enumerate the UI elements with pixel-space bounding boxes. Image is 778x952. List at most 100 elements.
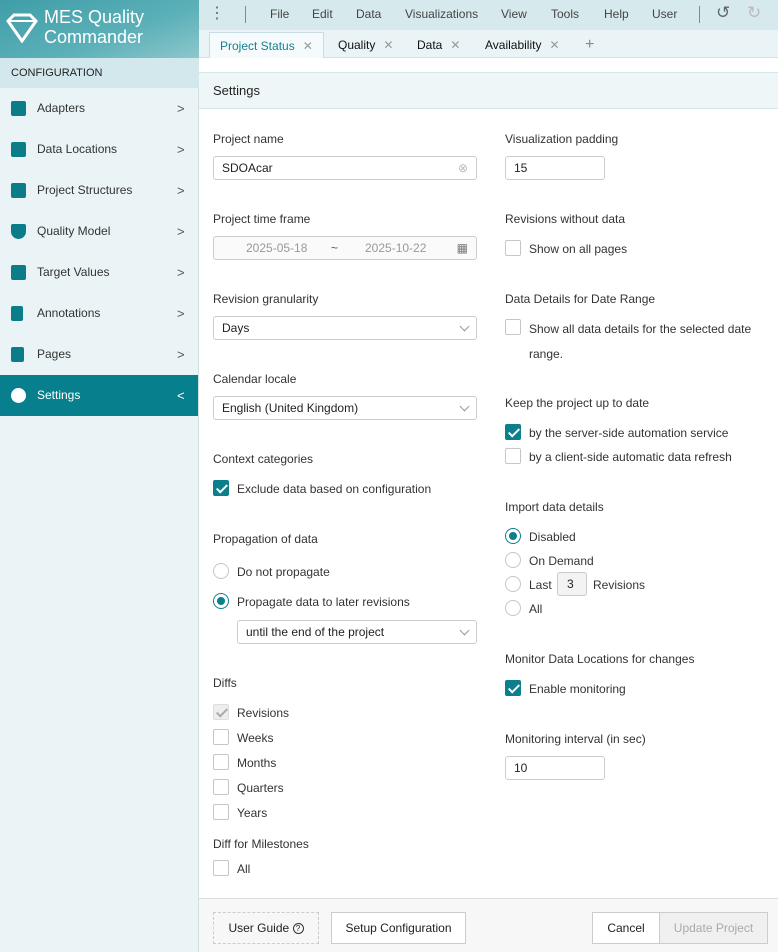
diff-revisions-checkbox[interactable] <box>213 704 229 720</box>
show-all-pages-checkbox[interactable] <box>505 240 521 256</box>
import-last-count-input[interactable]: 3 <box>557 572 587 596</box>
sidebar-item-label: Annotations <box>37 306 101 320</box>
tab-project-status[interactable]: Project Status ✕ <box>209 32 324 58</box>
exclude-data-label: Exclude data based on configuration <box>237 482 432 496</box>
server-icon <box>11 142 26 157</box>
interval-input[interactable]: 10 <box>505 756 605 780</box>
enable-monitoring-label: Enable monitoring <box>529 682 626 696</box>
import-label: Import data details <box>505 500 604 514</box>
app-logo: MES Quality Commander <box>0 0 199 58</box>
sidebar-item-label: Project Structures <box>37 183 133 197</box>
menu-file[interactable]: File <box>270 7 289 21</box>
close-icon[interactable]: ✕ <box>450 38 460 52</box>
sidebar-item-target-values[interactable]: Target Values > <box>0 252 198 293</box>
tab-availability[interactable]: Availability ✕ <box>475 32 570 58</box>
menu-view[interactable]: View <box>501 7 527 21</box>
menu-user[interactable]: User <box>652 7 677 21</box>
sidebar-item-label: Adapters <box>37 101 86 115</box>
tab-label: Project Status <box>220 39 295 53</box>
time-frame-label: Project time frame <box>213 212 311 226</box>
sidebar-item-annotations[interactable]: Annotations > <box>0 293 198 334</box>
chevron-down-icon <box>459 625 470 636</box>
import-disabled-radio[interactable] <box>505 528 521 544</box>
date-range-label: Data Details for Date Range <box>505 292 656 306</box>
sidebar-item-project-structures[interactable]: Project Structures > <box>0 170 198 211</box>
diff-months-checkbox[interactable] <box>213 754 229 770</box>
do-not-propagate-radio[interactable] <box>213 563 229 579</box>
redo-icon[interactable]: ↻ <box>747 3 761 23</box>
menu-edit[interactable]: Edit <box>312 7 333 21</box>
undo-icon[interactable]: ↺ <box>716 3 730 23</box>
diff-years-label: Years <box>237 806 268 820</box>
time-frame-input[interactable]: 2025-05-18 ~2025-10-22 ▦ <box>213 236 477 260</box>
close-icon[interactable]: ✕ <box>383 38 393 52</box>
diff-quarters-checkbox[interactable] <box>213 779 229 795</box>
exclude-data-checkbox[interactable] <box>213 480 229 496</box>
import-last-radio[interactable] <box>505 576 521 592</box>
import-on-demand-radio[interactable] <box>505 552 521 568</box>
monitor-label: Monitor Data Locations for changes <box>505 652 695 666</box>
menu-help[interactable]: Help <box>604 7 629 21</box>
menu-data[interactable]: Data <box>356 7 381 21</box>
app-title-2: Commander <box>44 27 144 47</box>
diamond-logo-icon <box>6 13 38 43</box>
diff-weeks-checkbox[interactable] <box>213 729 229 745</box>
layout-icon <box>11 183 26 198</box>
menu-tools[interactable]: Tools <box>551 7 579 21</box>
propagation-until-value: until the end of the project <box>246 625 385 639</box>
propagation-until-select[interactable]: until the end of the project <box>237 620 477 644</box>
show-all-details-checkbox[interactable] <box>505 319 521 335</box>
more-options-icon[interactable]: ⋮ <box>209 3 225 23</box>
sidebar-item-quality-model[interactable]: Quality Model > <box>0 211 198 252</box>
sidebar-item-adapters[interactable]: Adapters > <box>0 88 198 129</box>
diff-months-label: Months <box>237 756 277 770</box>
clear-icon[interactable]: ⊗ <box>458 157 468 179</box>
propagate-later-radio[interactable] <box>213 593 229 609</box>
granularity-value: Days <box>222 321 250 335</box>
diff-years-checkbox[interactable] <box>213 804 229 820</box>
project-name-input[interactable]: SDOAcar ⊗ <box>213 156 477 180</box>
gear-icon <box>11 388 26 403</box>
tab-quality[interactable]: Quality ✕ <box>328 32 403 58</box>
milestones-all-checkbox[interactable] <box>213 860 229 876</box>
padding-input[interactable]: 15 <box>505 156 605 180</box>
close-icon[interactable]: ✕ <box>303 39 313 53</box>
sidebar-item-data-locations[interactable]: Data Locations > <box>0 129 198 170</box>
locale-value: English (United Kingdom) <box>222 401 359 415</box>
update-project-button[interactable]: Update Project <box>659 912 768 944</box>
import-all-radio[interactable] <box>505 600 521 616</box>
server-side-checkbox[interactable] <box>505 424 521 440</box>
sidebar-item-pages[interactable]: Pages > <box>0 334 198 375</box>
show-all-details-label-2: range. <box>529 347 564 361</box>
context-label: Context categories <box>213 452 314 466</box>
cancel-button[interactable]: Cancel <box>592 912 660 944</box>
locale-label: Calendar locale <box>213 372 297 386</box>
diffs-label: Diffs <box>213 676 237 690</box>
user-guide-button[interactable]: User Guide ? <box>213 912 319 944</box>
close-icon[interactable]: ✕ <box>549 38 559 52</box>
add-tab-icon[interactable]: + <box>575 32 604 58</box>
divider <box>245 6 246 23</box>
chevron-left-icon: < <box>177 388 185 403</box>
granularity-select[interactable]: Days <box>213 316 477 340</box>
menu-visualizations[interactable]: Visualizations <box>405 7 478 21</box>
chevron-right-icon: > <box>177 306 185 321</box>
show-all-pages-label: Show on all pages <box>529 242 628 256</box>
sidebar-item-settings[interactable]: Settings < <box>0 375 198 416</box>
bookmark-icon <box>11 306 23 321</box>
tab-data[interactable]: Data ✕ <box>407 32 470 58</box>
setup-configuration-button[interactable]: Setup Configuration <box>331 912 466 944</box>
calendar-icon[interactable]: ▦ <box>457 237 468 259</box>
tab-label: Quality <box>338 38 376 52</box>
diff-revisions-label: Revisions <box>237 706 290 720</box>
menu-bar: ⋮ File Edit Data Visualizations View Too… <box>199 0 778 30</box>
client-side-checkbox[interactable] <box>505 448 521 464</box>
start-date: 2025-05-18 <box>246 241 308 255</box>
plug-icon <box>11 101 26 116</box>
show-all-details-label: Show all data details for the selected d… <box>529 322 752 336</box>
locale-select[interactable]: English (United Kingdom) <box>213 396 477 420</box>
padding-label: Visualization padding <box>505 132 619 146</box>
revisions-without-data-label: Revisions without data <box>505 212 626 226</box>
sidebar-item-label: Pages <box>37 347 72 361</box>
enable-monitoring-checkbox[interactable] <box>505 680 521 696</box>
